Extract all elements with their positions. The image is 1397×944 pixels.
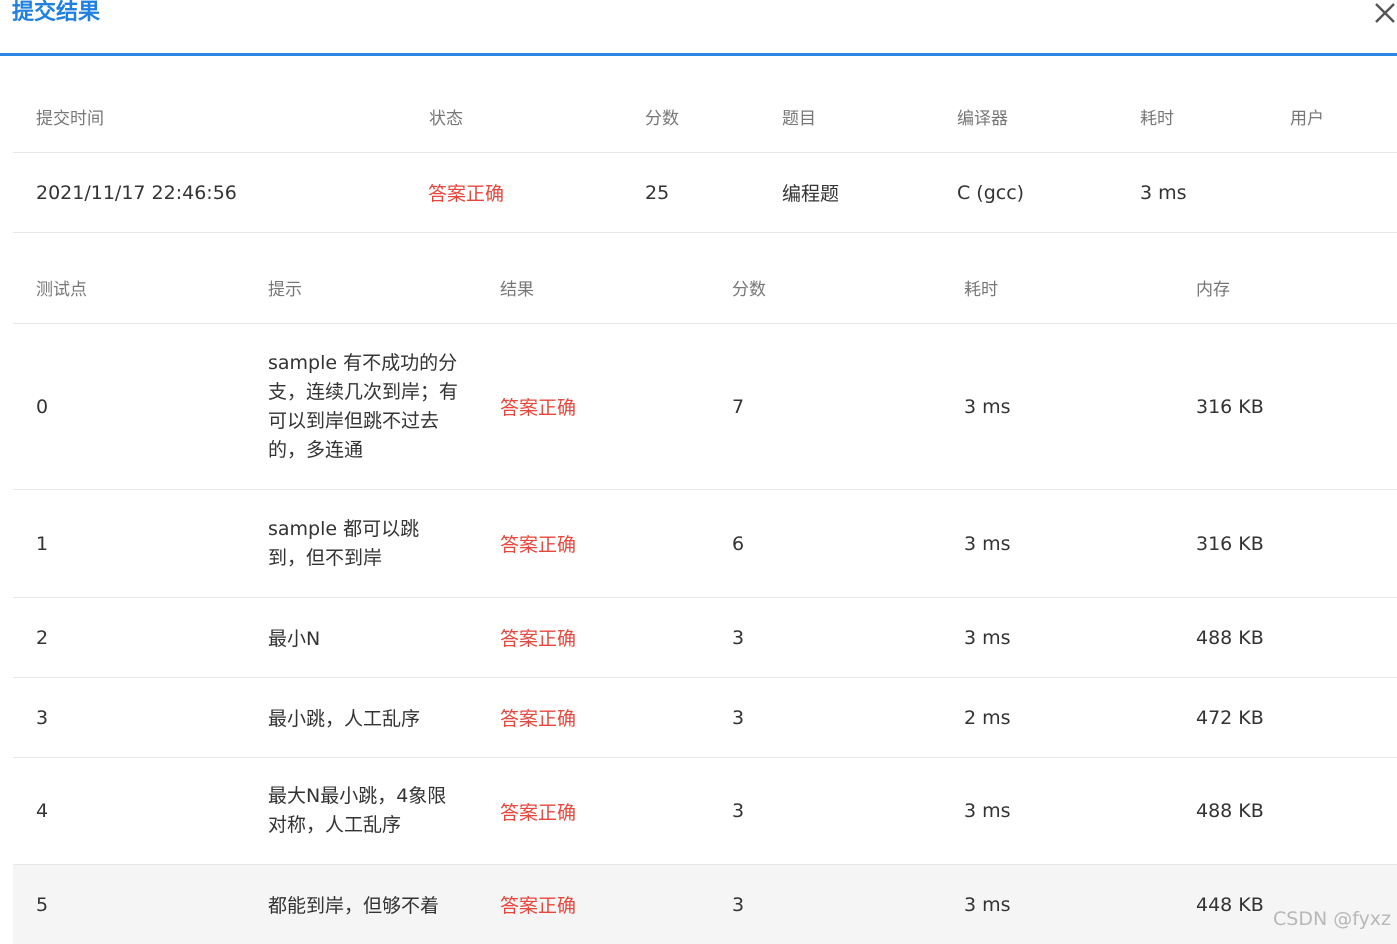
status-badge: 答案正确 [428,183,505,205]
table-row: 4 最大N最小跳，4象限对称，人工乱序 答案正确 3 3 ms 488 KB [13,758,1397,865]
test-hint: 最小N [268,628,321,650]
summary-row: 2021/11/17 22:46:56 答案正确 25 编程题 C (gcc) … [13,153,1397,233]
test-time: 3 ms [964,893,1011,916]
header-compiler: 编译器 [957,108,1008,129]
test-id: 4 [36,800,49,822]
test-id: 2 [36,626,49,649]
header-user: 用户 [1290,108,1324,129]
duration: 3 ms [1140,181,1187,204]
dialog-header: 提交结果 [0,0,1397,56]
test-result: 答案正确 [500,628,577,650]
test-memory: 448 KB [1196,893,1264,916]
tests-header-row: 测试点 提示 结果 分数 耗时 内存 [13,252,1397,324]
test-memory: 488 KB [1196,626,1264,649]
header-hint: 提示 [268,280,302,300]
header-score: 分数 [645,108,679,129]
test-result: 答案正确 [500,801,577,824]
header-status: 状态 [429,108,463,129]
test-id: 3 [36,706,49,729]
header-time: 耗时 [964,280,998,300]
test-hint: sample 有不成功的分支，连续几次到岸；有可以到岸但跳不过去的，多连通 [268,351,459,461]
test-result: 答案正确 [500,895,577,917]
test-points-table: 测试点 提示 结果 分数 耗时 内存 0 sample 有不成功的分支，连续几次… [13,252,1397,944]
test-hint: 都能到岸，但够不着 [268,895,440,917]
header-test-point: 测试点 [36,280,87,300]
test-score: 3 [732,626,745,649]
test-id: 1 [36,532,49,555]
header-problem: 题目 [782,108,816,129]
test-score: 3 [732,800,745,822]
test-time: 2 ms [964,706,1011,729]
table-row: 0 sample 有不成功的分支，连续几次到岸；有可以到岸但跳不过去的，多连通 … [13,324,1397,490]
test-score: 3 [732,706,745,729]
total-score: 25 [645,181,670,204]
submission-summary-table: 提交时间 状态 分数 题目 编译器 耗时 用户 2021/11/17 22:46… [13,80,1397,233]
test-time: 3 ms [964,532,1011,555]
watermark: CSDN @fyxz [1273,908,1392,930]
test-hint: 最小跳，人工乱序 [268,708,421,730]
test-result: 答案正确 [500,397,577,419]
test-score: 3 [732,893,745,916]
test-memory: 472 KB [1196,706,1264,729]
problem-type: 编程题 [782,183,840,205]
test-result: 答案正确 [500,534,577,556]
header-memory: 内存 [1196,280,1230,300]
header-duration: 耗时 [1140,108,1174,129]
test-time: 3 ms [964,626,1011,649]
table-row: 3 最小跳，人工乱序 答案正确 3 2 ms 472 KB [13,678,1397,758]
table-row: 5 都能到岸，但够不着 答案正确 3 3 ms 448 KB [13,865,1397,944]
test-memory: 316 KB [1196,532,1264,555]
test-memory: 488 KB [1196,800,1264,822]
test-result: 答案正确 [500,708,577,730]
test-hint: 最大N最小跳，4象限对称，人工乱序 [268,785,447,836]
compiler: C (gcc) [957,181,1025,204]
summary-header-row: 提交时间 状态 分数 题目 编译器 耗时 用户 [13,80,1397,153]
test-hint: sample 都可以跳到，但不到岸 [268,517,420,569]
header-score: 分数 [732,280,766,300]
test-id: 5 [36,893,49,916]
test-time: 3 ms [964,800,1011,822]
header-result: 结果 [500,280,534,300]
test-score: 7 [732,395,745,418]
submit-time: 2021/11/17 22:46:56 [36,181,237,204]
test-id: 0 [36,395,49,418]
close-icon[interactable] [1370,0,1397,28]
dialog-title: 提交结果 [12,0,101,25]
table-row: 2 最小N 答案正确 3 3 ms 488 KB [13,598,1397,678]
header-submit-time: 提交时间 [36,108,104,129]
test-score: 6 [732,532,745,555]
test-time: 3 ms [964,395,1011,418]
table-row: 1 sample 都可以跳到，但不到岸 答案正确 6 3 ms 316 KB [13,490,1397,598]
test-memory: 316 KB [1196,395,1264,418]
